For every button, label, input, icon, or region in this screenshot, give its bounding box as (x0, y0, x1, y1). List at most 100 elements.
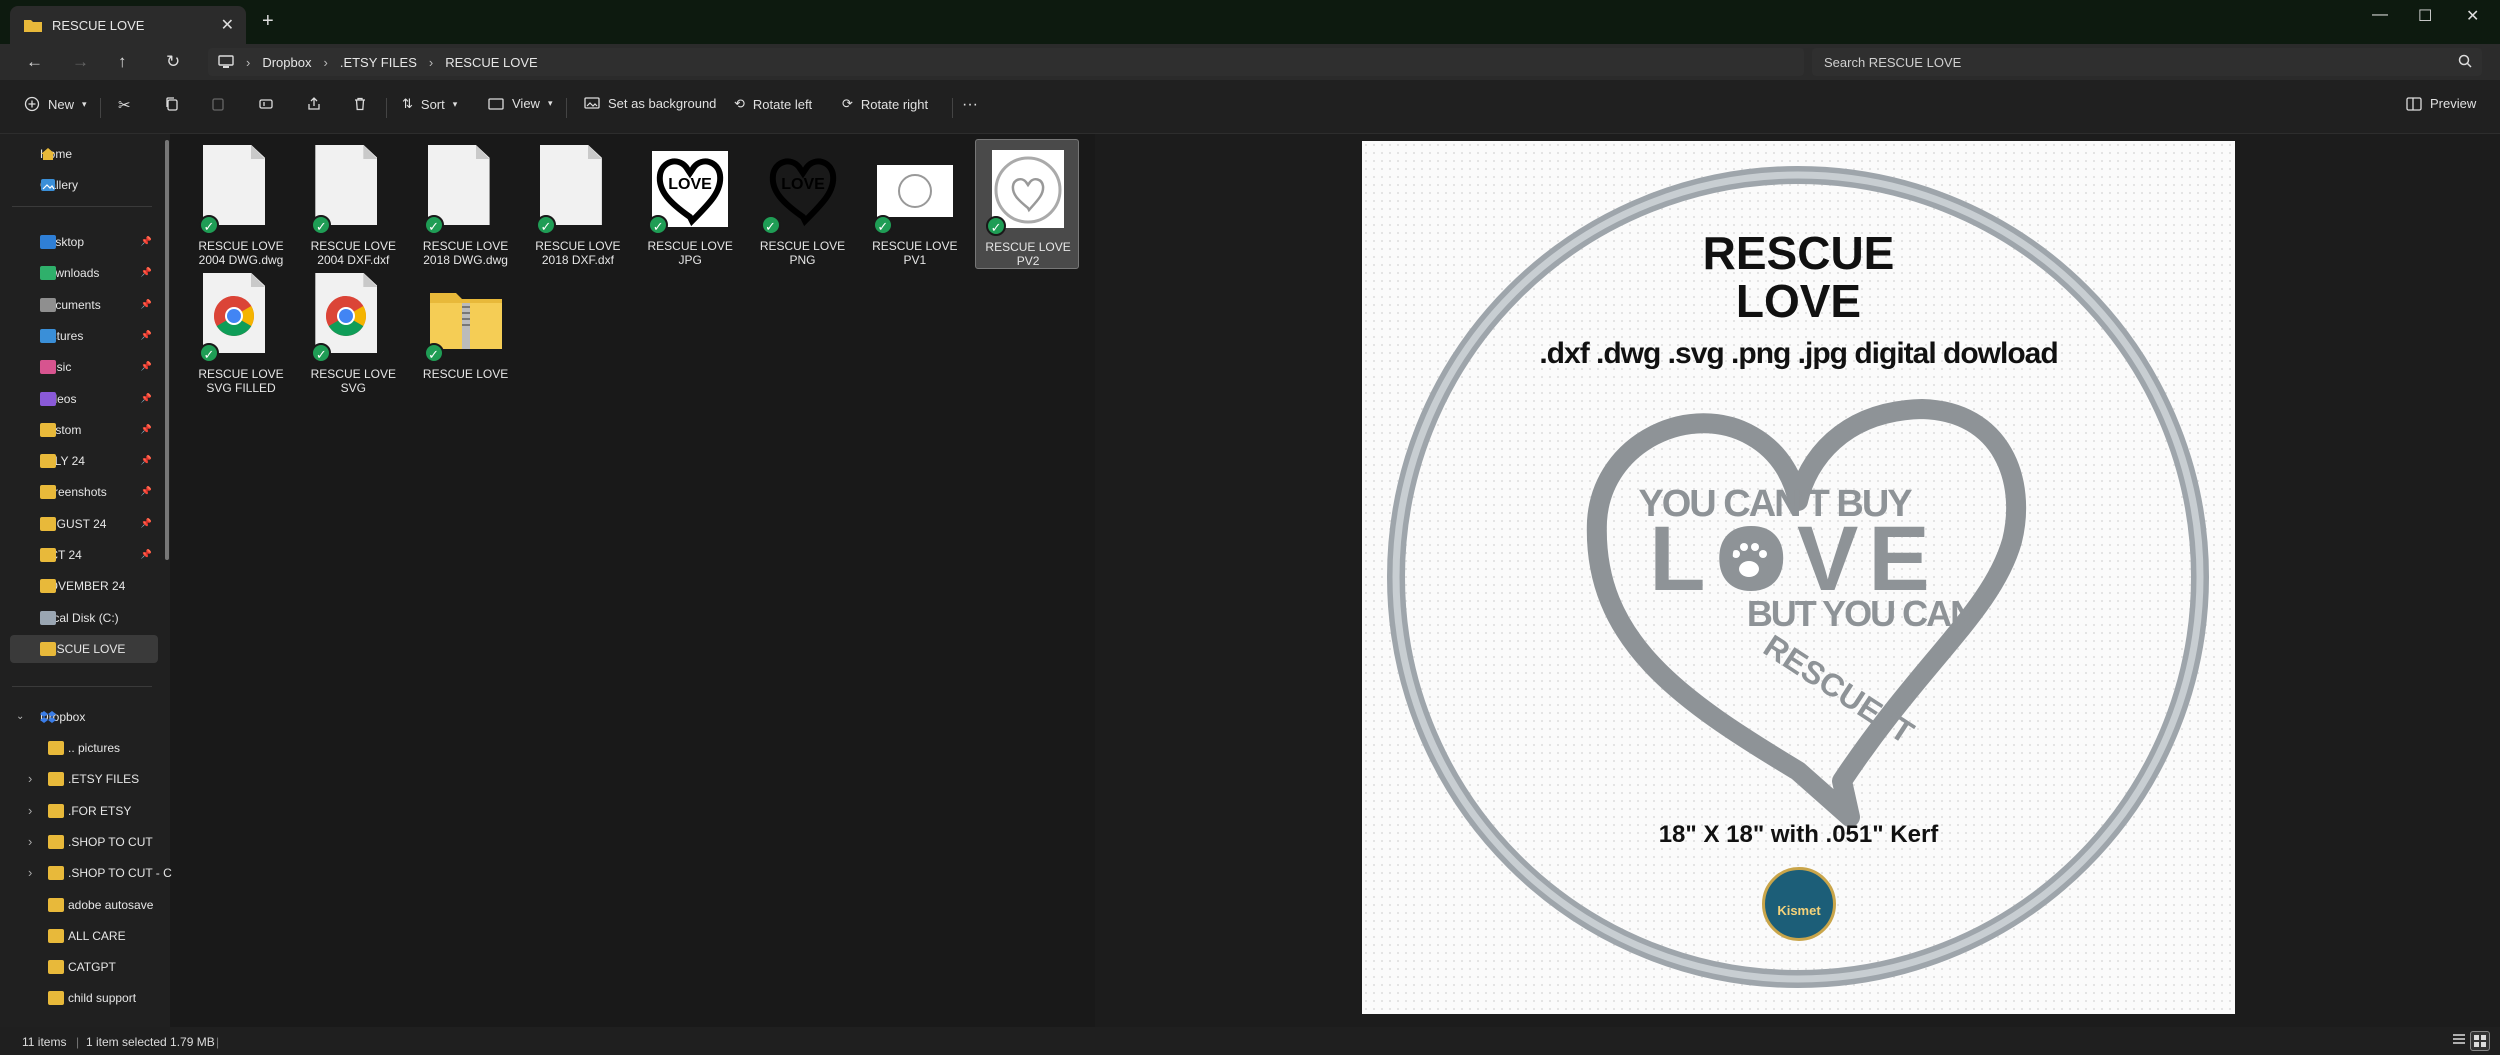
maximize-button[interactable]: ☐ (2418, 6, 2432, 26)
folder-icon (40, 454, 56, 469)
cut-button[interactable]: ✂ (118, 96, 131, 114)
rename-button[interactable] (258, 96, 274, 112)
file-item[interactable]: LOVE ✓ RESCUE LOVE JPG (638, 139, 742, 269)
file-item[interactable]: ✓ RESCUE LOVE SVG FILLED (189, 267, 293, 397)
nav-item-adobe-autosave[interactable]: adobe autosave (10, 891, 158, 919)
breadcrumb-dropbox[interactable]: Dropbox (262, 55, 311, 70)
nav-item-documents[interactable]: Documents 📌 (10, 291, 158, 319)
nav-item-oct-24[interactable]: OCT 24 📌 (10, 541, 158, 569)
search-placeholder: Search RESCUE LOVE (1824, 54, 1962, 70)
back-arrow-icon[interactable]: ← (26, 52, 43, 72)
sort-button[interactable]: ⇅ Sort ▾ (402, 96, 457, 112)
chevron-right-icon[interactable]: › (28, 865, 32, 880)
large-icons-view-icon[interactable] (2470, 1031, 2490, 1051)
close-window-button[interactable]: ✕ (2466, 6, 2479, 26)
breadcrumb-etsy-files[interactable]: .ETSY FILES (340, 55, 417, 70)
breadcrumb-rescue-love[interactable]: RESCUE LOVE (445, 55, 537, 70)
copy-button[interactable] (164, 96, 180, 112)
chevron-right-icon[interactable]: › (28, 834, 32, 849)
tab-rescue-love[interactable]: RESCUE LOVE ✕ (10, 6, 246, 44)
pin-icon[interactable]: 📌 (141, 361, 152, 372)
nav-item-videos[interactable]: Videos 📌 (10, 385, 158, 413)
more-options-button[interactable]: ··· (962, 96, 978, 114)
nav-item-gallery[interactable]: Gallery (10, 171, 158, 199)
nav-item-local-disk-c-[interactable]: Local Disk (C:) (10, 604, 158, 632)
folder-icon (40, 328, 56, 343)
new-tab-button[interactable]: + (262, 10, 274, 33)
nav-item-desktop[interactable]: Desktop 📌 (10, 228, 158, 256)
folder-icon (24, 20, 42, 32)
nav-item-home[interactable]: Home (10, 140, 158, 168)
sort-label: Sort (420, 96, 445, 112)
pin-icon[interactable]: 📌 (141, 518, 152, 529)
file-item[interactable]: LOVE ✓ RESCUE LOVE PNG (751, 139, 855, 269)
file-item[interactable]: ✓ RESCUE LOVE PV2 (975, 139, 1080, 269)
nav-item-rescue-love[interactable]: RESCUE LOVE (10, 634, 158, 663)
nav-item-dropbox[interactable]: Dropbox (10, 703, 158, 731)
nav-item-shop-to-cut-c[interactable]: › .SHOP TO CUT - C (10, 859, 172, 887)
view-icon (488, 97, 504, 110)
paste-button[interactable] (210, 96, 226, 112)
refresh-icon[interactable]: ↻ (166, 52, 180, 72)
set-as-background-button[interactable]: Set as background (584, 96, 716, 111)
synced-check-icon: ✓ (199, 215, 219, 235)
pin-icon[interactable]: 📌 (141, 549, 152, 560)
nav-item-shop-to-cut[interactable]: › .SHOP TO CUT (10, 828, 158, 856)
file-item[interactable]: ✓ RESCUE LOVE 2004 DXF.dxf (301, 139, 405, 269)
nav-item-etsy-files[interactable]: › .ETSY FILES (10, 765, 158, 793)
address-bar[interactable]: › Dropbox › .ETSY FILES › RESCUE LOVE (208, 48, 1804, 76)
file-item[interactable]: ✓ RESCUE LOVE (414, 267, 518, 397)
preview-pane-button[interactable]: Preview (2406, 96, 2476, 111)
folder-icon (48, 741, 64, 755)
nav-item-november-24[interactable]: NOVEMBER 24 (10, 572, 158, 600)
new-button[interactable]: New ▾ (24, 96, 87, 112)
nav-item-custom[interactable]: Custom 📌 (10, 416, 158, 444)
nav-item-downloads[interactable]: Downloads 📌 (10, 259, 158, 287)
chevron-down-icon: ▾ (82, 98, 87, 109)
rotate-left-button[interactable]: ⟲ Rotate left (734, 96, 812, 112)
view-button[interactable]: View ▾ (488, 96, 552, 111)
file-name-line2: PNG (789, 253, 816, 267)
pin-icon[interactable]: 📌 (141, 455, 152, 466)
minimize-button[interactable]: — (2372, 6, 2388, 24)
nav-item-label: CATGPT (68, 960, 116, 975)
copy-icon (166, 97, 178, 111)
nav-item-child-support[interactable]: child support (10, 984, 158, 1012)
rotate-right-button[interactable]: ⟳ Rotate right (842, 96, 928, 112)
nav-item-catgpt[interactable]: CATGPT (10, 953, 158, 981)
details-view-icon[interactable] (2452, 1033, 2466, 1050)
search-input[interactable]: Search RESCUE LOVE (1812, 48, 2482, 76)
file-item[interactable]: ✓ RESCUE LOVE SVG (301, 267, 405, 397)
nav-item-pictures[interactable]: .. pictures (10, 734, 158, 762)
pin-icon[interactable]: 📌 (141, 393, 152, 404)
svg-text:LOVE: LOVE (781, 176, 825, 193)
nav-scrollbar[interactable] (165, 140, 169, 560)
share-button[interactable] (306, 96, 322, 112)
chevron-right-icon[interactable]: › (28, 803, 32, 818)
pin-icon[interactable]: 📌 (141, 486, 152, 497)
nav-item-july-24[interactable]: JULY 24 📌 (10, 447, 158, 475)
nav-item-for-etsy[interactable]: › .FOR ETSY (10, 797, 158, 825)
nav-item-all-care[interactable]: ALL CARE (10, 922, 158, 950)
pin-icon[interactable]: 📌 (141, 424, 152, 435)
file-item[interactable]: ✓ RESCUE LOVE 2004 DWG.dwg (189, 139, 293, 269)
file-item[interactable]: ✓ RESCUE LOVE PV1 (863, 139, 967, 269)
forward-arrow-icon[interactable]: → (72, 52, 89, 72)
close-tab-icon[interactable]: ✕ (221, 15, 234, 35)
file-name: RESCUE LOVE 2004 DWG.dwg (189, 239, 293, 267)
nav-item-screenshots[interactable]: Screenshots 📌 (10, 478, 158, 506)
file-item[interactable]: ✓ RESCUE LOVE 2018 DWG.dwg (414, 139, 518, 269)
up-arrow-icon[interactable]: ↑ (118, 52, 127, 72)
nav-item-august-24[interactable]: AUGUST 24 📌 (10, 510, 158, 538)
pin-icon[interactable]: 📌 (141, 267, 152, 278)
nav-item-pictures[interactable]: Pictures 📌 (10, 322, 158, 350)
chevron-right-icon[interactable]: › (28, 771, 32, 786)
nav-item-music[interactable]: Music📌 (10, 353, 158, 381)
pin-icon[interactable]: 📌 (141, 330, 152, 341)
synced-check-icon: ✓ (423, 215, 444, 235)
divider (566, 98, 567, 118)
file-item[interactable]: ✓ RESCUE LOVE 2018 DXF.dxf (526, 139, 630, 269)
pin-icon[interactable]: 📌 (141, 236, 152, 247)
delete-button[interactable] (352, 96, 368, 112)
pin-icon[interactable]: 📌 (141, 299, 152, 310)
